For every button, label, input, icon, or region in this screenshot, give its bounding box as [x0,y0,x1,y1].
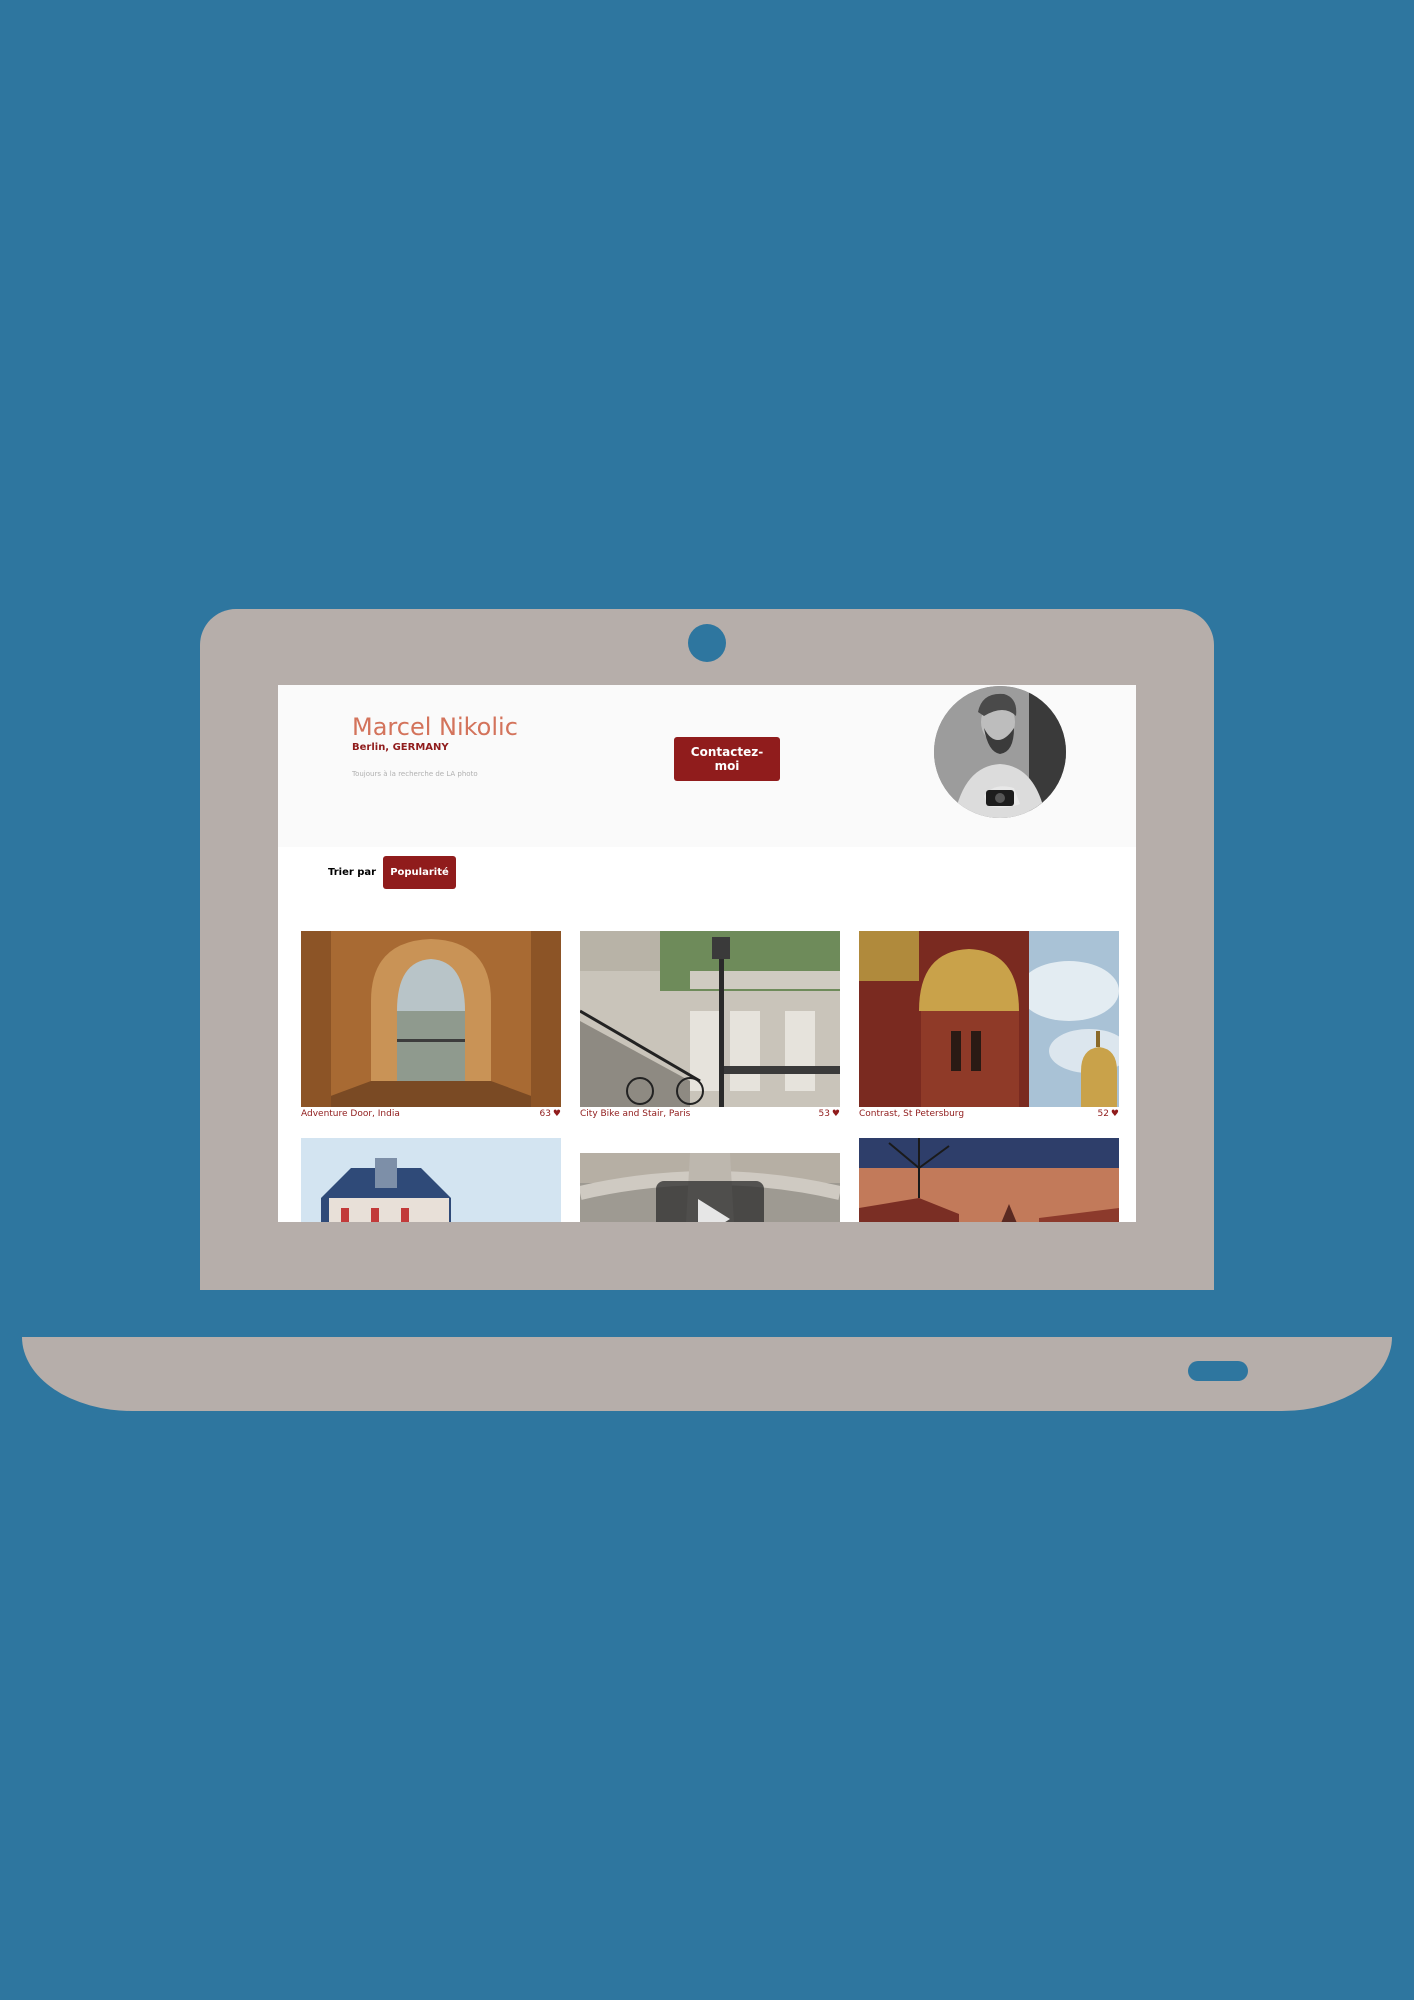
media-card[interactable] [859,1138,1119,1222]
media-image[interactable] [859,931,1119,1107]
like-count: 52 [1097,1108,1109,1119]
media-card[interactable] [580,1153,840,1222]
media-image[interactable] [301,1138,561,1222]
photographer-tagline: Toujours à la recherche de LA photo [352,770,478,778]
trackpad-slot [1188,1361,1248,1381]
heart-icon[interactable]: ♥ [1111,1109,1119,1119]
media-image[interactable] [580,931,840,1107]
laptop-base [22,1337,1392,1411]
media-image[interactable] [301,931,561,1107]
media-title: Contrast, St Petersburg [859,1108,965,1119]
media-likes[interactable]: 53 ♥ [818,1109,840,1119]
media-title: Adventure Door, India [301,1108,400,1119]
photographer-name: Marcel Nikolic [352,713,518,741]
photographer-header: Marcel Nikolic Berlin, GERMANY Toujours … [278,685,1136,847]
heart-icon[interactable]: ♥ [832,1109,840,1119]
webcam-icon [688,624,726,662]
media-card[interactable]: Contrast, St Petersburg 52 ♥ [859,931,1119,1120]
media-info: Contrast, St Petersburg 52 ♥ [859,1107,1119,1120]
laptop-lid: Marcel Nikolic Berlin, GERMANY Toujours … [200,609,1214,1290]
media-likes[interactable]: 63 ♥ [539,1109,561,1119]
heart-icon[interactable]: ♥ [553,1109,561,1119]
media-card[interactable]: Adventure Door, India 63 ♥ [301,931,561,1120]
photographer-location: Berlin, GERMANY [352,742,449,753]
laptop-screen: Marcel Nikolic Berlin, GERMANY Toujours … [278,685,1136,1222]
sort-dropdown[interactable]: Popularité [383,856,456,889]
media-likes[interactable]: 52 ♥ [1097,1109,1119,1119]
media-image[interactable] [580,1153,840,1222]
sort-label: Trier par [328,867,377,878]
media-card[interactable] [301,1138,561,1222]
media-image[interactable] [859,1138,1119,1222]
like-count: 53 [818,1108,830,1119]
contact-button[interactable]: Contactez-moi [674,737,780,781]
avatar [934,686,1066,818]
media-info: City Bike and Stair, Paris 53 ♥ [580,1107,840,1120]
media-card[interactable]: City Bike and Stair, Paris 53 ♥ [580,931,840,1120]
media-info: Adventure Door, India 63 ♥ [301,1107,561,1120]
like-count: 63 [539,1108,551,1119]
media-title: City Bike and Stair, Paris [580,1108,691,1119]
